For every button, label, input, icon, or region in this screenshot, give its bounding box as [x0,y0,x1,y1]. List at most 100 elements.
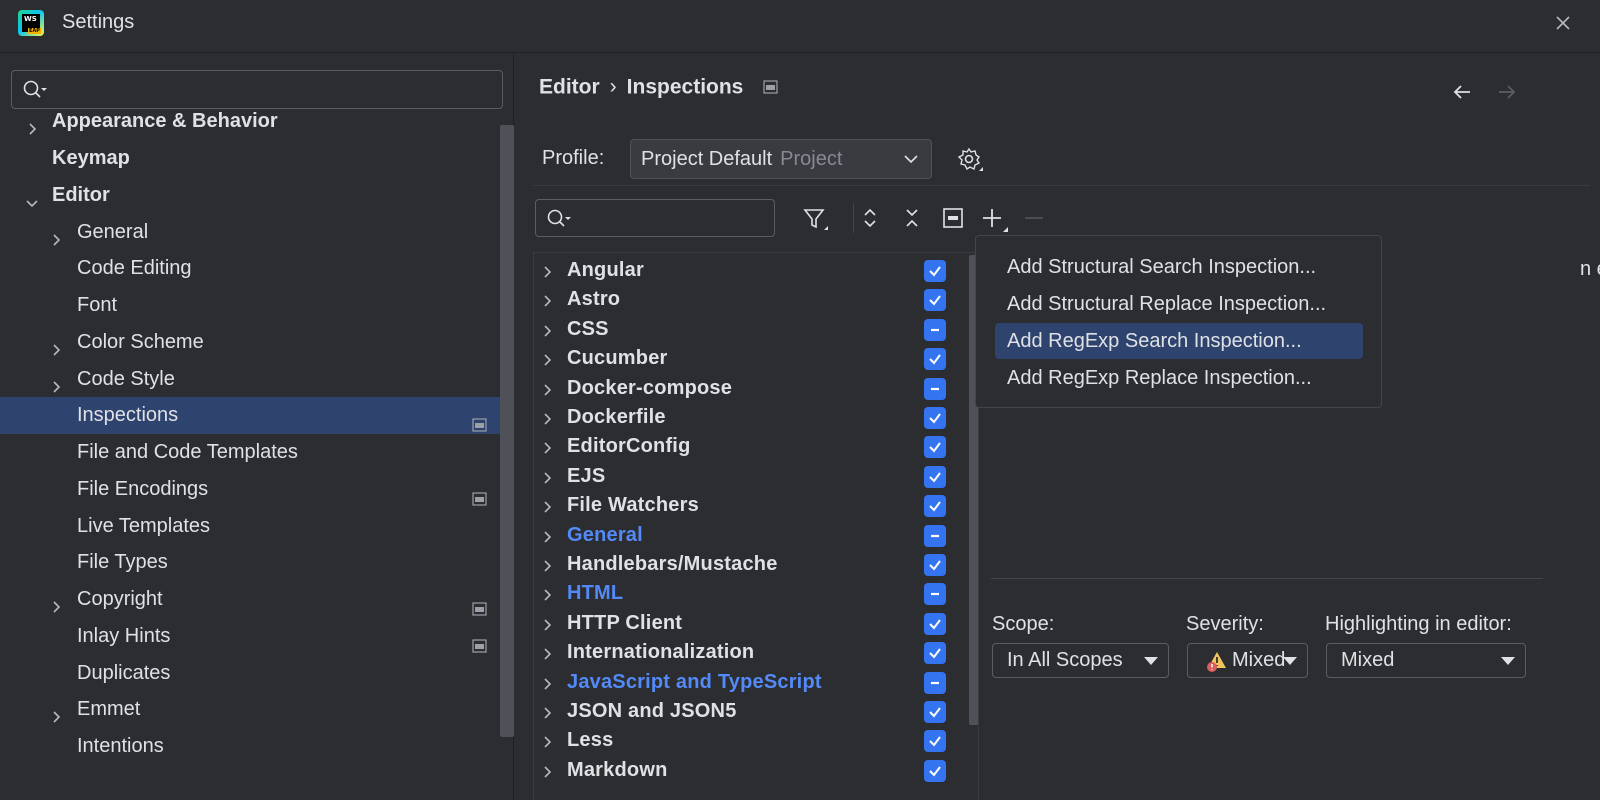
sidebar-scrollbar[interactable] [500,125,514,737]
checkbox-checked[interactable] [924,348,946,371]
sidebar-item-editor[interactable]: Editor [0,177,514,214]
checkbox-checked[interactable] [924,260,946,282]
remove-icon[interactable] [1022,206,1046,230]
inspection-group-javascript-and-typescript[interactable]: JavaScript and TypeScript [534,668,978,698]
chevron-right-icon[interactable] [539,439,555,462]
sidebar-item-code-editing[interactable]: Code Editing [0,250,514,287]
filter-icon[interactable] [802,206,830,232]
chevron-right-icon[interactable] [539,557,555,580]
inspection-group-http-client[interactable]: HTTP Client [534,609,978,639]
chevron-right-icon[interactable] [539,763,555,786]
checkbox-checked[interactable] [924,612,946,635]
highlighting-dropdown[interactable]: Mixed [1326,643,1526,678]
inspection-group-html[interactable]: HTML [534,579,978,609]
chevron-right-icon[interactable] [539,351,555,374]
checkbox-checked[interactable] [924,495,946,518]
inspection-group-markdown[interactable]: Markdown [534,756,978,786]
chevron-right-icon[interactable] [539,410,555,433]
checkbox-checked[interactable] [924,407,946,429]
inspection-group-editorconfig[interactable]: EditorConfig [534,432,978,462]
chevron-right-icon[interactable] [539,528,555,551]
chevron-right-icon[interactable] [48,334,64,356]
chevron-right-icon[interactable] [539,292,555,315]
checkbox-mixed[interactable] [924,318,946,341]
checkbox-checked[interactable] [924,436,946,459]
checkbox-checked[interactable] [924,465,946,488]
checkbox-mixed[interactable] [924,671,946,694]
inspection-group-json-and-json5[interactable]: JSON and JSON5 [534,697,978,727]
chevron-right-icon[interactable] [24,113,40,135]
checkbox-checked[interactable] [924,554,946,576]
chevron-right-icon[interactable] [539,586,555,609]
back-arrow-icon[interactable] [1450,80,1474,104]
menu-item-add-regexp-search-inspection[interactable]: Add RegExp Search Inspection... [995,323,1363,359]
expand-all-icon[interactable] [858,206,882,230]
sidebar-item-file-and-code-templates[interactable]: File and Code Templates [0,434,514,471]
chevron-right-icon[interactable] [539,263,555,286]
severity-dropdown[interactable]: Mixed [1187,643,1308,678]
sidebar-item-appearance-behavior[interactable]: Appearance & Behavior [0,103,514,140]
checkbox-checked[interactable] [924,642,946,665]
chevron-right-icon[interactable] [539,469,555,492]
sidebar-item-keymap[interactable]: Keymap [0,140,514,177]
sidebar-item-inlay-hints[interactable]: Inlay Hints [0,618,514,655]
scope-dropdown[interactable]: In All Scopes [992,643,1169,678]
sidebar-item-general[interactable]: General [0,214,514,251]
inspection-group-less[interactable]: Less [534,726,978,756]
sidebar-item-file-encodings[interactable]: File Encodings [0,471,514,508]
chevron-right-icon[interactable] [48,591,64,613]
checkbox-checked[interactable] [924,759,946,782]
checkbox-mixed[interactable] [924,524,946,547]
checkbox-checked[interactable] [924,730,946,753]
checkbox-mixed[interactable] [924,377,946,400]
chevron-right-icon[interactable] [48,701,64,723]
inspection-group-general[interactable]: General [534,521,978,551]
sidebar-item-intentions[interactable]: Intentions [0,728,514,765]
collapse-all-icon[interactable] [900,206,924,230]
profile-dropdown[interactable]: Project Default Project [630,139,932,179]
gear-icon[interactable] [957,147,985,175]
checkbox-mixed[interactable] [924,583,946,606]
inspection-group-astro[interactable]: Astro [534,285,978,315]
menu-item-add-structural-replace-inspection[interactable]: Add Structural Replace Inspection... [995,286,1363,322]
close-icon[interactable] [1552,12,1574,34]
breadcrumb-editor[interactable]: Editor [539,75,600,98]
inspection-group-internationalization[interactable]: Internationalization [534,638,978,668]
chevron-right-icon[interactable] [539,675,555,698]
sidebar-item-live-templates[interactable]: Live Templates [0,508,514,545]
chevron-right-icon[interactable] [539,616,555,639]
menu-item-add-structural-search-inspection[interactable]: Add Structural Search Inspection... [995,249,1363,285]
inspection-search-input[interactable] [535,199,775,237]
chevron-right-icon[interactable] [48,224,64,246]
menu-item-add-regexp-replace-inspection[interactable]: Add RegExp Replace Inspection... [995,360,1363,396]
inspection-group-ejs[interactable]: EJS [534,462,978,492]
sidebar-item-color-scheme[interactable]: Color Scheme [0,324,514,361]
forward-arrow-icon[interactable] [1495,80,1519,104]
chevron-right-icon[interactable] [539,381,555,404]
inspection-group-file-watchers[interactable]: File Watchers [534,491,978,521]
sidebar-item-file-types[interactable]: File Types [0,544,514,581]
chevron-right-icon[interactable] [539,733,555,756]
checkbox-checked[interactable] [924,289,946,312]
chevron-right-icon[interactable] [539,704,555,727]
chevron-right-icon[interactable] [48,371,64,393]
chevron-right-icon[interactable] [539,498,555,521]
checkbox-checked[interactable] [924,701,946,723]
inspection-group-angular[interactable]: Angular [534,256,978,286]
chevron-right-icon[interactable] [539,645,555,668]
inspection-group-css[interactable]: CSS [534,315,978,345]
sidebar-item-font[interactable]: Font [0,287,514,324]
sidebar-item-copyright[interactable]: Copyright [0,581,514,618]
inspection-group-handlebars-mustache[interactable]: Handlebars/Mustache [534,550,978,580]
add-icon[interactable] [980,206,1010,234]
sidebar-item-duplicates[interactable]: Duplicates [0,655,514,692]
chevron-right-icon[interactable] [539,322,555,345]
sidebar-item-emmet[interactable]: Emmet [0,691,514,728]
sidebar-item-inspections[interactable]: Inspections [0,397,514,434]
inspection-group-dockerfile[interactable]: Dockerfile [534,403,978,433]
sidebar-item-code-style[interactable]: Code Style [0,361,514,398]
reset-to-default-icon[interactable] [941,206,965,230]
chevron-down-icon[interactable] [24,187,40,208]
inspection-group-cucumber[interactable]: Cucumber [534,344,978,374]
inspection-group-docker-compose[interactable]: Docker-compose [534,374,978,404]
